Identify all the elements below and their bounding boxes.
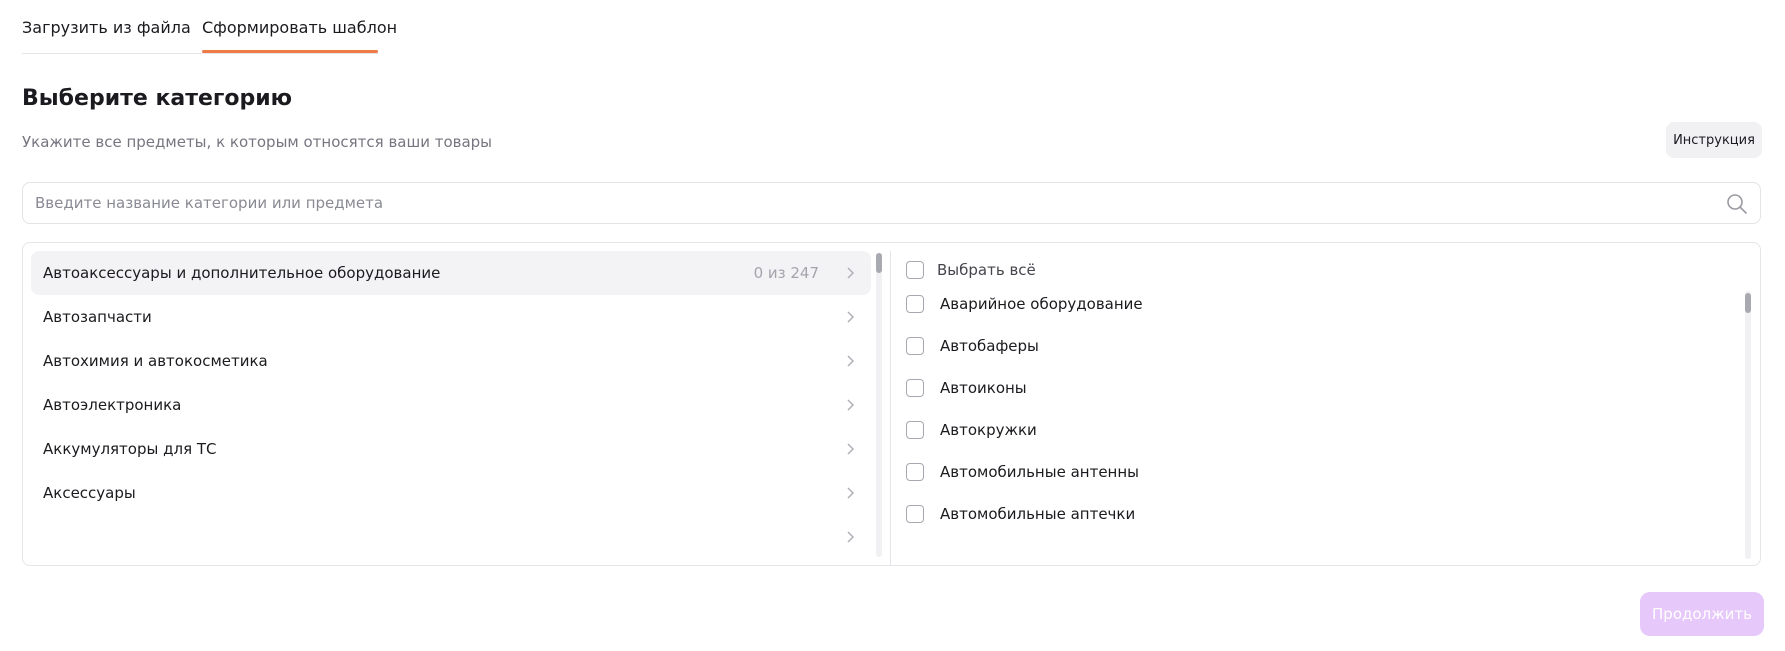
active-tab-indicator [202, 50, 378, 53]
tabs-bar: Загрузить из файла Сформировать шаблон [22, 0, 397, 54]
search-box [22, 182, 1761, 224]
subject-item[interactable]: Автобаферы [906, 333, 1706, 373]
chevron-right-icon [847, 355, 855, 367]
continue-button[interactable]: Продолжить [1640, 592, 1764, 636]
chevron-right-icon [847, 531, 855, 543]
subject-scrollbar-thumb[interactable] [1745, 293, 1751, 313]
category-item[interactable]: Аккумуляторы для ТС [31, 427, 871, 471]
page-title: Выберите категорию [22, 86, 293, 111]
checkbox-icon[interactable] [906, 337, 924, 355]
select-all-checkbox[interactable]: Выбрать всё [906, 259, 1106, 283]
subject-item[interactable]: Автомобильные антенны [906, 459, 1706, 499]
page-subtitle: Укажите все предметы, к которым относятс… [22, 133, 493, 151]
category-label: Автохимия и автокосметика [43, 352, 268, 370]
category-count: 0 из 247 [753, 264, 819, 282]
chevron-right-icon [847, 443, 855, 455]
category-selector-panel: Автоаксессуары и дополнительное оборудов… [22, 242, 1761, 566]
checkbox-icon[interactable] [906, 463, 924, 481]
category-item-partial[interactable] [31, 515, 871, 559]
category-label: Автоаксессуары и дополнительное оборудов… [43, 264, 441, 282]
category-item[interactable]: Автохимия и автокосметика [31, 339, 871, 383]
subject-label: Аварийное оборудование [940, 295, 1143, 313]
category-item[interactable]: Автозапчасти [31, 295, 871, 339]
subject-label: Автобаферы [940, 337, 1039, 355]
subject-list: Аварийное оборудование Автобаферы Автоик… [906, 291, 1736, 565]
category-label: Аксессуары [43, 484, 136, 502]
tab-create-template[interactable]: Сформировать шаблон [202, 18, 397, 37]
search-input[interactable] [35, 183, 1695, 223]
subject-label: Автокружки [940, 421, 1037, 439]
subject-item[interactable]: Автомобильные аптечки [906, 501, 1706, 541]
subject-scrollbar-track[interactable] [1745, 291, 1751, 559]
checkbox-icon[interactable] [906, 261, 924, 279]
chevron-right-icon [847, 399, 855, 411]
chevron-right-icon [847, 311, 855, 323]
subject-item[interactable]: Автокружки [906, 417, 1706, 457]
category-label: Аккумуляторы для ТС [43, 440, 217, 458]
category-item[interactable]: Автоэлектроника [31, 383, 871, 427]
subject-label: Автомобильные аптечки [940, 505, 1136, 523]
subject-label: Автоиконы [940, 379, 1027, 397]
chevron-right-icon [847, 267, 855, 279]
search-icon[interactable] [1726, 193, 1748, 215]
subject-item[interactable]: Автоиконы [906, 375, 1706, 415]
checkbox-icon[interactable] [906, 295, 924, 313]
checkbox-icon[interactable] [906, 421, 924, 439]
category-item[interactable]: Автоаксессуары и дополнительное оборудов… [31, 251, 871, 295]
category-label: Автозапчасти [43, 308, 152, 326]
category-label: Автоэлектроника [43, 396, 182, 414]
category-scrollbar-track[interactable] [876, 253, 882, 557]
category-scrollbar-thumb[interactable] [876, 253, 882, 273]
subject-item[interactable]: Аварийное оборудование [906, 291, 1706, 331]
category-list: Автоаксессуары и дополнительное оборудов… [31, 251, 871, 559]
checkbox-icon[interactable] [906, 505, 924, 523]
panel-divider [890, 251, 891, 565]
tab-upload-from-file[interactable]: Загрузить из файла [22, 18, 191, 37]
subject-label: Автомобильные антенны [940, 463, 1140, 481]
checkbox-icon[interactable] [906, 379, 924, 397]
chevron-right-icon [847, 487, 855, 499]
select-all-label: Выбрать всё [937, 261, 1036, 279]
category-item[interactable]: Аксессуары [31, 471, 871, 515]
instruction-button[interactable]: Инструкция [1666, 122, 1762, 158]
